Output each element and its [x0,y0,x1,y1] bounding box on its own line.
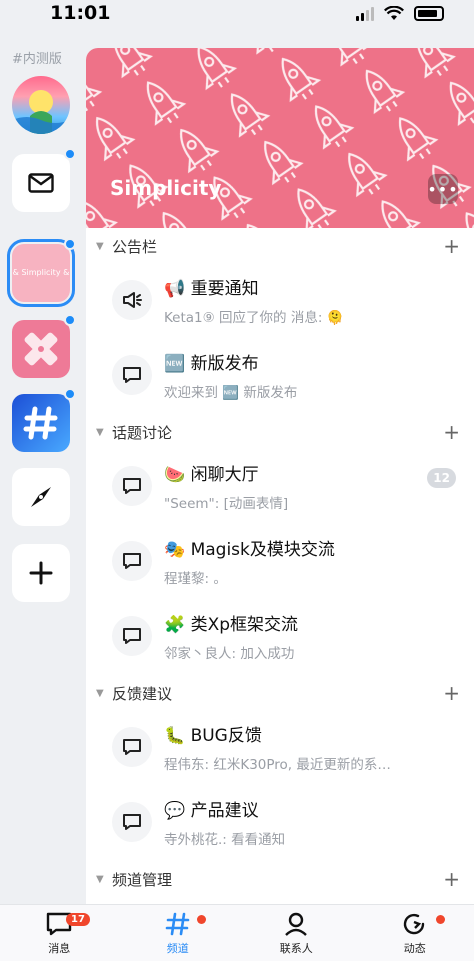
activity-unread-dot [435,915,445,924]
tab-label: 频道 [166,942,189,955]
wifi-icon [384,6,404,20]
tab-label: 动态 [403,942,426,955]
channel-name: 🆕 新版发布 [164,354,259,374]
refresh-activity-icon [403,913,424,935]
collapse-caret-icon: ▼ [96,426,104,438]
status-icons [356,6,444,21]
status-bar: 11:01 [0,0,474,30]
hashtag-icon [23,406,58,440]
channel-name: 🍉 闲聊大厅 [164,465,259,485]
collapse-caret-icon: ▼ [96,687,104,699]
server-simplicity[interactable]: & Simplicity & [7,238,76,307]
channel-item[interactable]: 💬 产品建议 寺外桃花.: 看看通知 [86,786,474,861]
channel-item[interactable]: 🧩 类Xp框架交流 邻家丶良人: 加入成功 [86,600,474,675]
chat-bubble-icon [112,466,152,506]
channels-unread-dot [196,915,206,924]
section-header[interactable]: ▼ 话题讨论 + [86,414,474,450]
server-rail: #内测版 & Simplicity & [0,38,84,898]
cellular-signal-icon [356,6,374,21]
chat-bubble-icon [112,802,152,842]
server-bandage[interactable] [12,314,76,378]
section-title: 频道管理 [112,870,173,889]
add-channel-plus-icon[interactable]: + [443,234,460,258]
channel-last-message: 程瑾黎: 。 [164,571,227,587]
channel-name: 🧩 类Xp框架交流 [164,615,299,635]
server-name: Simplicity [110,176,222,200]
collapse-caret-icon: ▼ [96,240,104,252]
channel-name: 💬 产品建议 [164,801,259,821]
bottom-tab-bar: 17 消息 频道 联系人 动态 [0,904,474,961]
channel-last-message: "Seem": [动画表情] [164,496,289,512]
tab-activity[interactable]: 动态 [356,905,474,961]
tab-channels[interactable]: 频道 [119,905,238,961]
add-channel-plus-icon[interactable]: + [443,420,460,444]
section-title: 反馈建议 [112,684,173,703]
megaphone-icon [112,280,152,320]
channel-last-message: 邻家丶良人: 加入成功 [164,646,295,662]
collapse-caret-icon: ▼ [96,873,104,885]
chat-bubble-icon [112,616,152,656]
chat-bubble-icon [112,727,152,767]
tab-messages[interactable]: 17 消息 [0,905,119,961]
section-title: 公告栏 [112,237,158,256]
section-header[interactable]: ▼ 公告栏 + [86,228,474,264]
add-channel-plus-icon[interactable]: + [443,681,460,705]
channel-item[interactable]: 🍉 闲聊大厅 "Seem": [动画表情] 12 [86,450,474,525]
unread-dot [64,314,76,326]
avatar-illustration [12,90,70,134]
tab-label: 联系人 [279,942,313,955]
battery-icon [414,6,444,21]
mail-icon [28,173,54,193]
messages-badge: 17 [66,913,90,926]
server-simplicity-label: & Simplicity & [12,268,70,277]
channel-name: 🐛 BUG反馈 [164,726,262,746]
status-time: 11:01 [50,2,111,24]
section-title: 话题讨论 [112,423,173,442]
channel-name: 📢 重要通知 [164,279,259,299]
direct-messages-button[interactable] [12,148,76,212]
channel-last-message: 欢迎来到 🆕 新版发布 [164,385,298,401]
server-more-button[interactable]: ••• [427,174,458,204]
beta-label: #内测版 [12,52,62,67]
server-panel: Simplicity ••• ▼ 公告栏 + 📢 重要通知 Keta1⑨ 回应了… [86,48,474,908]
rocket-pattern [86,48,474,228]
server-banner: Simplicity ••• [86,48,474,228]
plus-icon [29,561,53,585]
channel-item[interactable]: 🐛 BUG反馈 程伟东: 红米K30Pro, 最近更新的系… [86,711,474,786]
bandage-icon [24,332,58,366]
unread-count-badge: 12 [427,468,456,488]
unread-dot [64,148,76,160]
channel-last-message: Keta1⑨ 回应了你的 消息: 🫠 [164,310,344,326]
add-channel-plus-icon[interactable]: + [443,867,460,891]
hashtag-icon [165,912,190,936]
channel-item[interactable]: 📢 重要通知 Keta1⑨ 回应了你的 消息: 🫠 [86,264,474,339]
discover-button[interactable] [12,468,70,526]
unread-dot [64,238,76,250]
compass-icon [31,487,51,507]
person-icon [285,912,308,936]
channel-name: 🎭 Magisk及模块交流 [164,540,335,560]
unread-dot [64,388,76,400]
chat-bubble-icon [112,541,152,581]
channel-last-message: 程伟东: 红米K30Pro, 最近更新的系… [164,757,391,773]
channel-item[interactable]: 🆕 新版发布 欢迎来到 🆕 新版发布 [86,339,474,414]
tab-label: 消息 [48,942,71,955]
section-header[interactable]: ▼ 频道管理 + [86,861,474,897]
channel-item[interactable]: 🎭 Magisk及模块交流 程瑾黎: 。 [86,525,474,600]
server-hashtag[interactable] [12,388,76,452]
add-server-button[interactable] [12,544,70,602]
section-header[interactable]: ▼ 反馈建议 + [86,675,474,711]
chat-bubble-icon [112,355,152,395]
user-avatar[interactable] [12,76,70,134]
tab-contacts[interactable]: 联系人 [237,905,356,961]
channel-last-message: 寺外桃花.: 看看通知 [164,832,286,848]
